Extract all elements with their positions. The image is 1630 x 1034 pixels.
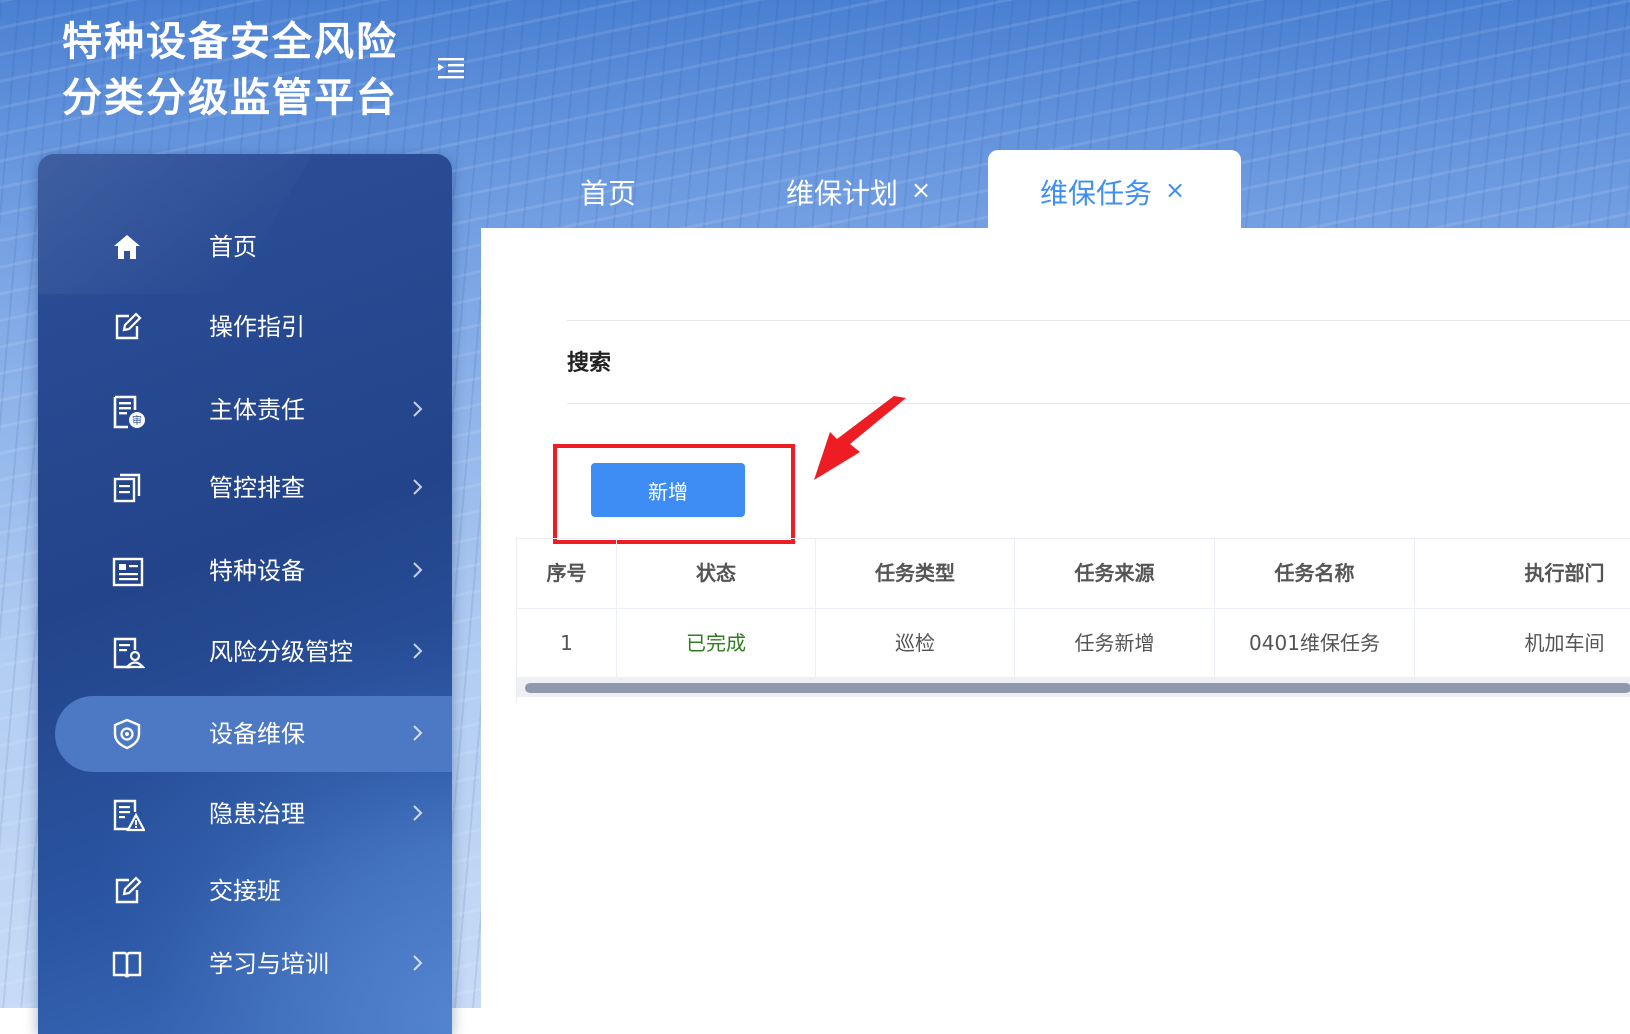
table-row[interactable]: 1 已完成 巡检 任务新增 0401维保任务 机加车间 (517, 608, 1630, 677)
sidebar-item-maintenance[interactable]: 设备维保 (55, 696, 452, 772)
sidebar-item-label: 管控排查 (209, 472, 305, 504)
chevron-right-icon (411, 952, 425, 974)
horizontal-scrollbar[interactable] (517, 677, 1630, 697)
tab-maintenance-task[interactable]: 维保任务 × (988, 150, 1241, 228)
table-cell: 0401维保任务 (1215, 609, 1415, 677)
search-label: 搜索 (567, 345, 611, 377)
task-table: 序号 状态 任务类型 任务来源 任务名称 执行部门 1 已完成 巡检 任务新增 … (516, 538, 1630, 701)
sidebar-item-label: 交接班 (209, 875, 281, 907)
tab-label: 首页 (580, 172, 636, 212)
column-header[interactable]: 任务来源 (1015, 539, 1215, 607)
table-cell: 任务新增 (1015, 609, 1215, 677)
app-title: 特种设备安全风险 分类分级监管平台 (62, 14, 398, 126)
tab-label: 维保任务 (1040, 172, 1152, 212)
sidebar-item-risk-control[interactable]: 风险分级管控 (38, 614, 452, 690)
chevron-right-icon (411, 398, 425, 420)
sidebar-item-label: 操作指引 (209, 311, 305, 343)
sidebar: 首页 操作指引 审 主体责任 管控排查 特种设备 (38, 154, 452, 1034)
sidebar-item-responsibility[interactable]: 审 主体责任 (38, 372, 452, 448)
column-header[interactable]: 执行部门 (1415, 539, 1630, 607)
chevron-right-icon (411, 476, 425, 498)
column-header[interactable]: 序号 (517, 539, 617, 607)
svg-text:审: 审 (132, 414, 142, 427)
sidebar-item-label: 首页 (209, 231, 257, 263)
annotation-arrow-icon (806, 396, 916, 496)
close-icon[interactable]: × (909, 176, 933, 204)
status-badge: 已完成 (617, 609, 816, 677)
document-review-icon: 审 (111, 394, 143, 426)
edit-icon (111, 875, 143, 907)
table-header-row: 序号 状态 任务类型 任务来源 任务名称 执行部门 (517, 539, 1630, 607)
column-header[interactable]: 任务类型 (816, 539, 1015, 607)
sidebar-item-label: 主体责任 (209, 394, 305, 426)
sidebar-item-shift-handover[interactable]: 交接班 (38, 853, 452, 929)
sidebar-item-guide[interactable]: 操作指引 (38, 289, 452, 365)
sidebar-item-label: 设备维保 (209, 718, 305, 750)
table-cell: 巡检 (816, 609, 1015, 677)
sidebar-item-training[interactable]: 学习与培训 (38, 926, 452, 1002)
chevron-right-icon (411, 722, 425, 744)
sidebar-item-home[interactable]: 首页 (38, 209, 452, 285)
copy-document-icon (111, 472, 143, 504)
sidebar-item-special-equipment[interactable]: 特种设备 (38, 533, 452, 609)
chevron-right-icon (411, 640, 425, 662)
menu-collapse-icon[interactable] (436, 56, 466, 80)
profile-card-icon (111, 555, 143, 587)
home-icon (111, 231, 143, 263)
column-header[interactable]: 状态 (617, 539, 816, 607)
sidebar-item-label: 风险分级管控 (209, 636, 353, 668)
tab-home[interactable]: 首页 (580, 150, 720, 228)
app-title-line1: 特种设备安全风险 (62, 19, 398, 65)
shield-gear-icon (111, 718, 143, 750)
table-cell: 机加车间 (1415, 609, 1630, 677)
column-header[interactable]: 任务名称 (1215, 539, 1415, 607)
tab-maintenance-plan[interactable]: 维保计划 × (786, 150, 966, 228)
sidebar-item-label: 隐患治理 (209, 798, 305, 830)
chevron-right-icon (411, 802, 425, 824)
book-icon (111, 948, 143, 980)
main-content: 搜索 新增 序号 状态 任务类型 任务来源 任务名称 执行部门 1 已完成 巡检… (481, 228, 1630, 1008)
sidebar-item-label: 特种设备 (209, 555, 305, 587)
edit-icon (111, 311, 143, 343)
app-title-line2: 分类分级监管平台 (62, 75, 398, 121)
sidebar-item-hazard[interactable]: 隐患治理 (38, 776, 452, 852)
chevron-right-icon (411, 559, 425, 581)
document-user-icon (111, 636, 143, 668)
document-warning-icon (111, 798, 143, 830)
search-panel[interactable]: 搜索 (567, 320, 1630, 404)
add-button[interactable]: 新增 (591, 463, 745, 517)
table-cell: 1 (517, 609, 617, 677)
scrollbar-thumb[interactable] (525, 683, 1630, 693)
sidebar-item-label: 学习与培训 (209, 948, 329, 980)
close-icon[interactable]: × (1163, 176, 1187, 204)
sidebar-item-inspection[interactable]: 管控排查 (38, 450, 452, 526)
tab-label: 维保计划 (786, 172, 898, 212)
